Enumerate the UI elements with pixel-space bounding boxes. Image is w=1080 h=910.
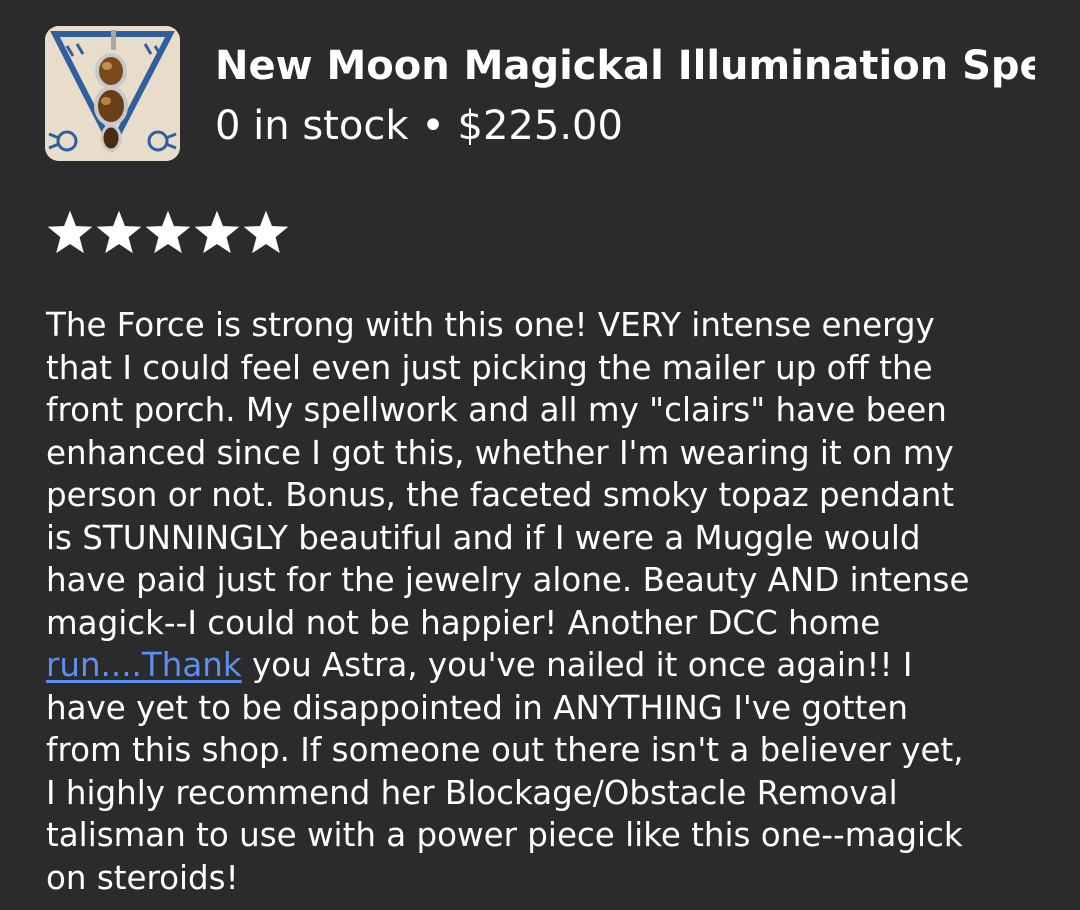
review-line-tail: you Astra, you've nailed it once again!!…: [241, 646, 913, 684]
review-line: have paid just for the jewelry alone. Be…: [46, 561, 970, 599]
review-line: from this shop. If someone out there isn…: [46, 731, 964, 769]
review-line: that I could feel even just picking the …: [46, 348, 933, 387]
stock-status: 0 in stock: [215, 103, 409, 149]
pendant-thumbnail-image: [45, 26, 180, 161]
star-icon: [96, 210, 142, 256]
star-icon: [243, 210, 289, 256]
review-line: magick--I could not be happier! Another …: [46, 603, 881, 642]
review-line: I highly recommend her Blockage/Obstacle…: [46, 773, 898, 812]
review-text: The Force is strong with this one! VERY …: [46, 304, 1056, 899]
review-line: is STUNNINGLY beautiful and if I were a …: [46, 518, 921, 557]
listing-stock-price: 0 in stock • $225.00: [215, 100, 623, 152]
review-line: front porch. My spellwork and all my "cl…: [46, 391, 947, 429]
listing-price: $225.00: [457, 103, 623, 149]
review-line: person or not. Bonus, the faceted smoky …: [46, 476, 955, 514]
listing-title[interactable]: New Moon Magickal Illumination Spell...: [215, 40, 1035, 92]
star-icon: [194, 210, 240, 256]
star-icon: [47, 210, 93, 256]
review-line: on steroids!: [46, 858, 239, 897]
star-icon: [145, 210, 191, 256]
star-rating: [47, 210, 289, 256]
review-line: have yet to be disappointed in ANYTHING …: [46, 688, 908, 727]
review-line: talisman to use with a power piece like …: [46, 816, 963, 854]
listing-header[interactable]: New Moon Magickal Illumination Spell... …: [45, 26, 1045, 162]
review-line: enhanced since I got this, whether I'm w…: [46, 433, 954, 472]
listing-thumbnail[interactable]: [45, 26, 180, 161]
review-line: The Force is strong with this one! VERY …: [46, 306, 935, 344]
review-line: run....Thank you Astra, you've nailed it…: [46, 644, 1056, 687]
review-link[interactable]: run....Thank: [46, 646, 242, 684]
separator-dot: •: [421, 103, 445, 149]
